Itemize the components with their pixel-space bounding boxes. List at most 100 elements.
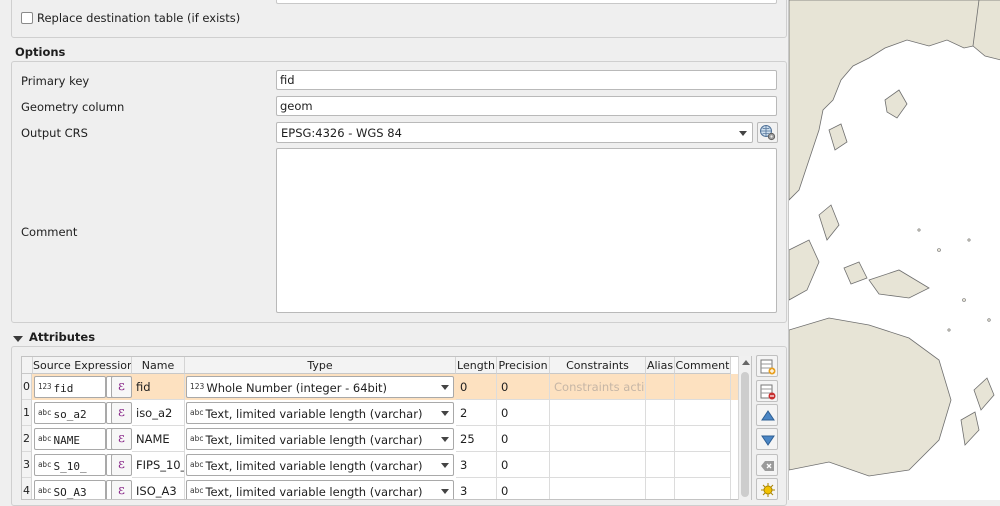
name-cell[interactable]: ISO_A3 [132,478,185,499]
corner-header [22,357,33,374]
header-name[interactable]: Name [132,357,185,374]
collapse-triangle-icon[interactable] [13,336,23,342]
source-expression-combo[interactable]: abc so_a2 [34,402,106,424]
field-type-icon: abc [38,434,52,443]
precision-cell[interactable]: 0 [497,452,550,478]
name-cell[interactable]: FIPS_10_ [132,452,185,478]
source-expression-combo[interactable]: abc NAME [34,428,106,450]
type-combo[interactable]: abc Text, limited variable length (varcha… [186,454,454,476]
alias-cell[interactable] [646,478,675,499]
constraints-cell[interactable] [550,400,646,426]
header-length[interactable]: Length [456,357,497,374]
length-cell[interactable]: 25 [456,426,497,452]
output-crs-value: EPSG:4326 - WGS 84 [281,126,402,140]
comment-cell[interactable] [675,452,731,478]
move-down-button[interactable] [756,428,778,450]
comment-cell[interactable] [675,426,731,452]
source-expression-combo[interactable]: abc SO_A3 [34,480,106,499]
source-expression-value: fid [53,382,74,395]
comment-cell[interactable] [675,374,731,400]
constraints-cell[interactable] [550,452,646,478]
type-combo[interactable]: abc Text, limited variable length (varcha… [186,428,454,450]
alias-cell[interactable] [646,374,675,400]
table-row[interactable]: 3 abc S_10_ ε FIPS_10_ abc Text, limited v… [22,452,739,478]
precision-cell[interactable]: 0 [497,478,550,499]
expression-icon[interactable]: ε [111,402,132,424]
alias-cell[interactable] [646,400,675,426]
delete-field-icon [760,384,776,400]
name-cell[interactable]: fid [132,374,185,400]
source-expression-value: so_a2 [53,408,87,421]
alias-cell[interactable] [646,426,675,452]
reset-fields-button[interactable] [756,478,778,500]
precision-cell[interactable]: 0 [497,374,550,400]
primary-key-field[interactable]: fid [276,70,777,90]
table-row[interactable]: 1 abc so_a2 ε iso_a2 abc Text, limited var… [22,400,739,426]
header-type[interactable]: Type [185,357,456,374]
table-row[interactable]: 0 123 fid ε fid 123 Whole Number (integer … [22,374,739,400]
globe-settings-icon [760,125,776,141]
header-comment[interactable]: Comment [675,357,731,374]
add-field-button[interactable] [756,355,778,377]
expression-icon[interactable]: ε [111,376,132,398]
type-value: Whole Number (integer - 64bit) [206,381,388,395]
source-expression-combo[interactable]: 123 fid [34,376,106,398]
chevron-down-icon [441,463,449,468]
name-cell[interactable]: NAME [132,426,185,452]
constraints-cell[interactable]: Constraints active [550,374,646,400]
crs-selector-button[interactable] [757,122,778,143]
replace-table-checkbox[interactable] [21,12,33,24]
precision-cell[interactable]: 0 [497,400,550,426]
output-crs-label: Output CRS [21,126,88,140]
alias-cell[interactable] [646,452,675,478]
geometry-column-label: Geometry column [21,100,125,114]
type-combo[interactable]: 123 Whole Number (integer - 64bit) [186,376,454,398]
length-cell[interactable]: 3 [456,452,497,478]
output-crs-select[interactable]: EPSG:4326 - WGS 84 [276,122,753,143]
delete-field-button[interactable] [756,380,778,402]
attributes-table: Source Expression Name Type Length Preci… [21,356,752,500]
scrollbar-thumb[interactable] [741,372,749,497]
length-cell[interactable]: 3 [456,478,497,499]
header-precision[interactable]: Precision [497,357,550,374]
type-combo[interactable]: abc Text, limited variable length (varcha… [186,480,454,499]
type-value: Text, limited variable length (varchar) [205,407,423,421]
table-row[interactable]: 4 abc SO_A3 ε ISO_A3 abc Text, limited var… [22,478,739,499]
comment-cell[interactable] [675,478,731,499]
name-cell[interactable]: iso_a2 [132,400,185,426]
constraints-cell[interactable] [550,478,646,499]
geometry-column-field[interactable]: geom [276,96,777,116]
source-expression-value: NAME [53,434,81,447]
precision-cell[interactable]: 0 [497,426,550,452]
chevron-down-icon [441,489,449,494]
length-cell[interactable]: 0 [456,374,497,400]
clear-button[interactable] [756,454,778,476]
new-guinea-island [868,269,930,299]
chevron-down-icon [441,385,449,390]
table-vertical-scrollbar[interactable] [738,356,751,500]
header-constraints[interactable]: Constraints [550,357,646,374]
length-cell[interactable]: 2 [456,400,497,426]
korea-peninsula [828,123,848,151]
expression-icon[interactable]: ε [111,428,132,450]
new-zealand-south-island [960,411,980,446]
primary-key-label: Primary key [21,74,90,88]
expression-icon[interactable]: ε [111,480,132,499]
scroll-up-arrow-icon[interactable] [742,360,750,365]
type-combo[interactable]: abc Text, limited variable length (varcha… [186,402,454,424]
map-canvas[interactable] [788,0,1000,500]
header-source-expression[interactable]: Source Expression [33,357,132,374]
options-title: Options [15,45,66,59]
chevron-down-icon [441,437,449,442]
move-up-button[interactable] [756,404,778,426]
destination-input[interactable] [276,0,777,4]
comment-cell[interactable] [675,400,731,426]
table-row[interactable]: 2 abc NAME ε NAME abc Text, limited variab… [22,426,739,452]
constraints-cell[interactable] [550,426,646,452]
field-type-icon: abc [38,460,52,469]
comment-textarea[interactable] [276,148,777,313]
header-alias[interactable]: Alias [646,357,675,374]
row-number: 2 [22,426,32,452]
expression-icon[interactable]: ε [111,454,132,476]
source-expression-combo[interactable]: abc S_10_ [34,454,106,476]
